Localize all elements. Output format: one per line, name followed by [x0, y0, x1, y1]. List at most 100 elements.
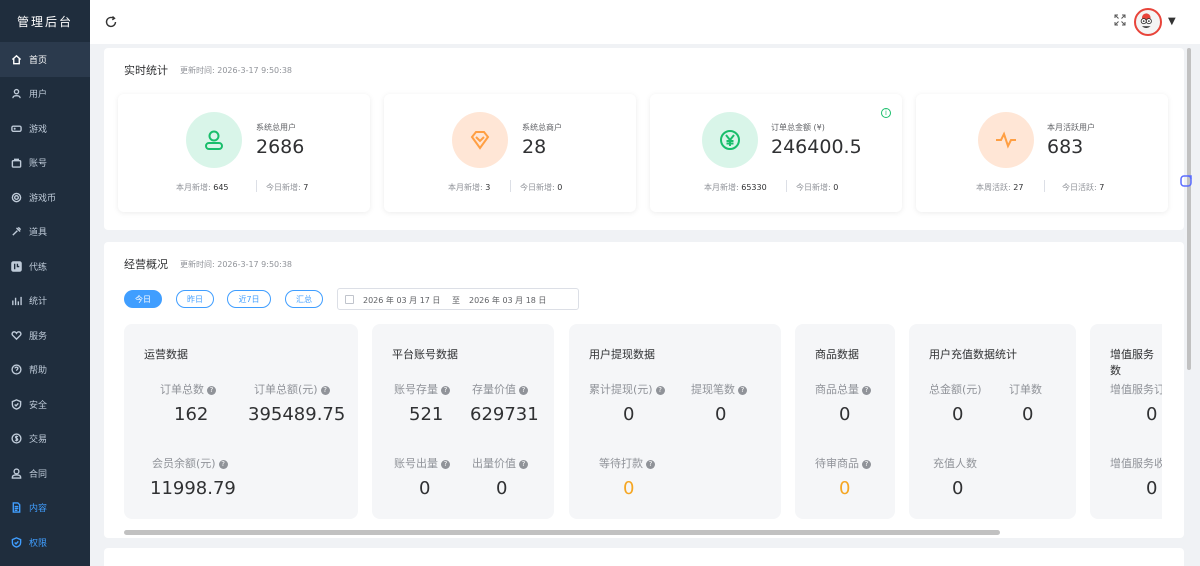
biz-title: 商品数据: [815, 348, 859, 361]
stat-value: 28: [522, 136, 547, 158]
pulse-icon: [978, 112, 1034, 168]
biz-value: 629731: [470, 404, 539, 425]
sidebar-item-contracts[interactable]: 合同: [0, 456, 90, 491]
biz-value: 0: [419, 478, 431, 499]
biz-value: 0: [623, 478, 635, 499]
help-icon[interactable]: ?: [207, 386, 216, 395]
yen-icon: [702, 112, 758, 168]
date-range-picker[interactable]: 2026 年 03 月 17 日 至 2026 年 03 月 18 日: [337, 288, 579, 310]
horizontal-scrollbar[interactable]: [124, 530, 1000, 535]
help-icon[interactable]: ?: [862, 460, 871, 469]
top-bar: ▼: [90, 0, 1200, 44]
date-start[interactable]: 2026 年 03 月 17 日: [363, 295, 440, 306]
help-icon[interactable]: ?: [646, 460, 655, 469]
sidebar-item-label: 服务: [29, 331, 48, 342]
bar-chart-icon: [10, 295, 22, 307]
biz-value: 0: [623, 404, 635, 425]
stat-label: 系统总商户: [522, 123, 562, 132]
stat-card-monthly-active: 本月活跃用户 683 本周活跃: 27 今日活跃: 7: [916, 94, 1168, 212]
stat-value: 2686: [256, 136, 305, 158]
sidebar-item-accounts[interactable]: 账号: [0, 146, 90, 181]
sidebar-item-boosting[interactable]: 代练: [0, 249, 90, 284]
biz-label: 账号存量?: [394, 381, 450, 397]
tab-last-7-days[interactable]: 近7日: [227, 290, 271, 308]
help-icon[interactable]: ?: [862, 386, 871, 395]
stat-foot-month: 本月新增: 645: [176, 183, 229, 192]
biz-card-withdrawals: 用户提现数据 累计提现(元)? 0 提现笔数? 0 等待打款? 0: [569, 324, 781, 519]
stat-foot-month: 本月新增: 65330: [704, 183, 767, 192]
stat-card-order-amount: i 订单总金额 (¥) 246400.5 本月新增: 65330 今日新增: 0: [650, 94, 902, 212]
sidebar-item-content[interactable]: 内容: [0, 491, 90, 526]
help-icon[interactable]: ?: [320, 386, 330, 395]
tab-summary[interactable]: 汇总: [285, 290, 323, 308]
date-separator: 至: [452, 296, 460, 305]
date-end[interactable]: 2026 年 03 月 18 日: [469, 295, 546, 306]
biz-label: 订单总数?: [160, 381, 216, 397]
refresh-icon[interactable]: [104, 15, 118, 29]
sidebar-item-security[interactable]: 安全: [0, 387, 90, 422]
stat-divider: [510, 180, 511, 192]
vertical-scrollbar[interactable]: [1187, 48, 1191, 370]
biz-value: 0: [839, 478, 851, 499]
diamond-icon: [452, 112, 508, 168]
biz-value: 521: [409, 404, 444, 425]
tool-icon: [10, 226, 22, 238]
help-icon[interactable]: ?: [738, 386, 747, 395]
stat-value: 683: [1047, 136, 1084, 158]
sidebar-item-permissions[interactable]: 权限: [0, 525, 90, 560]
business-updated: 更新时间: 2026-3-17 9:50:38: [180, 260, 293, 269]
sidebar-item-games[interactable]: 游戏: [0, 111, 90, 146]
edit-widget-icon[interactable]: [1179, 174, 1193, 188]
stat-value: 246400.5: [771, 136, 862, 158]
sidebar-item-label: 权限: [29, 538, 48, 549]
sidebar-item-users[interactable]: 用户: [0, 77, 90, 112]
sidebar-item-help[interactable]: 帮助: [0, 353, 90, 388]
info-icon[interactable]: i: [881, 108, 891, 118]
biz-label: 提现笔数?: [691, 381, 747, 397]
biz-label: 总金额(元): [929, 383, 982, 396]
stat-foot-today: 今日新增: 0: [520, 183, 563, 192]
fullscreen-icon[interactable]: [1114, 14, 1126, 26]
user-icon: [10, 88, 22, 100]
stat-divider: [256, 180, 257, 192]
stat-label: 订单总金额 (¥): [771, 123, 825, 132]
biz-card-products: 商品数据 商品总量? 0 待审商品? 0: [795, 324, 895, 519]
sidebar-item-services[interactable]: 服务: [0, 318, 90, 353]
biz-card-operations: 运营数据 订单总数? 162 订单总额(元)? 395489.75 会员余额(元…: [124, 324, 358, 519]
sidebar-item-label: 道具: [29, 228, 48, 239]
avatar[interactable]: [1134, 8, 1162, 36]
sidebar-item-home[interactable]: 首页: [0, 42, 90, 77]
help-icon[interactable]: ?: [218, 460, 228, 469]
stat-card-total-users: 系统总用户 2686 本月新增: 645 今日新增: 7: [118, 94, 370, 212]
app-logo: 管理后台: [16, 14, 73, 29]
sidebar-item-items[interactable]: 道具: [0, 215, 90, 250]
biz-value: 0: [1022, 404, 1034, 425]
biz-label: 等待打款?: [599, 455, 655, 471]
biz-value: 395489.75: [248, 404, 346, 425]
tab-yesterday[interactable]: 昨日: [176, 290, 214, 308]
biz-label: 商品总量?: [815, 381, 871, 397]
help-icon[interactable]: ?: [519, 460, 528, 469]
sidebar-item-transactions[interactable]: 交易: [0, 422, 90, 457]
biz-label: 待审商品?: [815, 455, 871, 471]
realtime-updated: 更新时间: 2026-3-17 9:50:38: [180, 66, 293, 75]
sidebar-item-game-coins[interactable]: 游戏币: [0, 180, 90, 215]
sidebar-item-label: 用户: [29, 90, 48, 101]
biz-value: 0: [952, 478, 964, 499]
sidebar-item-label: 游戏币: [29, 193, 57, 204]
stat-foot-today: 今日新增: 7: [266, 183, 309, 192]
help-icon[interactable]: ?: [655, 386, 665, 395]
sidebar-item-statistics[interactable]: 统计: [0, 284, 90, 319]
help-icon[interactable]: ?: [441, 386, 450, 395]
sidebar-item-label: 帮助: [29, 366, 48, 377]
stat-foot-today: 今日活跃: 7: [1062, 183, 1105, 192]
gamepad-icon: [10, 122, 22, 134]
tab-today[interactable]: 今日: [124, 290, 162, 308]
biz-label: 充值人数: [933, 457, 977, 470]
chevron-down-icon[interactable]: ▼: [1168, 16, 1176, 27]
calendar-icon: [345, 295, 354, 304]
bag-icon: [10, 157, 22, 169]
help-icon[interactable]: ?: [519, 386, 528, 395]
biz-label: 增值服务订: [1110, 383, 1162, 396]
help-icon[interactable]: ?: [441, 460, 450, 469]
